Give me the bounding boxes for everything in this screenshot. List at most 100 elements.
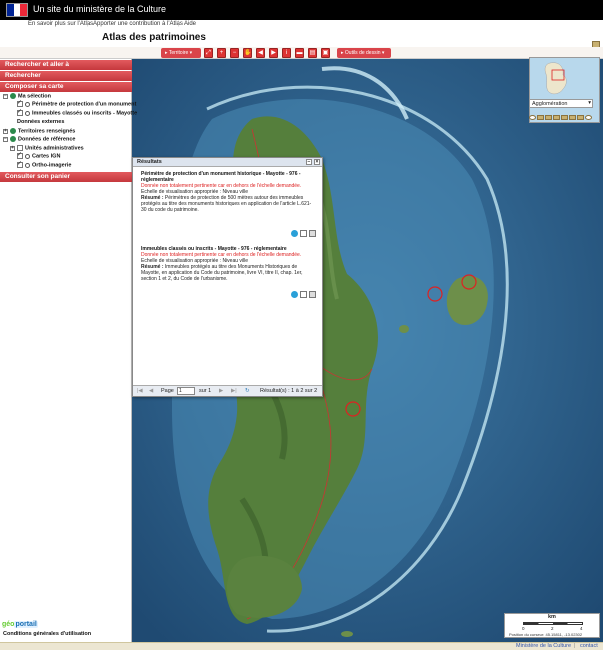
page-label: Page: [161, 388, 174, 394]
save-icon[interactable]: ▣: [321, 48, 330, 58]
next-view-icon[interactable]: ▶: [269, 48, 278, 58]
outils-dessin-dropdown[interactable]: ▸ Outils de dessin ▾: [337, 48, 391, 58]
result-actions: [289, 291, 316, 298]
scale-bar-graphic: [523, 622, 583, 625]
link-separator: |: [178, 21, 180, 27]
footer-separator: |: [574, 643, 576, 649]
expand-icon[interactable]: +: [3, 128, 8, 134]
pan-hand-icon[interactable]: ✋: [243, 48, 252, 58]
magnifier-icon[interactable]: [25, 101, 30, 107]
globe-icon[interactable]: [291, 230, 298, 237]
document-icon[interactable]: [300, 291, 307, 298]
zoom-level-icon[interactable]: [569, 115, 576, 120]
refresh-icon[interactable]: ↻: [245, 388, 250, 394]
scale-tick: 0: [522, 626, 525, 631]
zoom-level-icon[interactable]: [561, 115, 568, 120]
globe-icon: [10, 136, 16, 142]
globe-icon: [10, 93, 16, 99]
accordion-rechercher[interactable]: Rechercher: [0, 71, 132, 81]
layer-checkbox[interactable]: [17, 151, 23, 159]
tree-territoires[interactable]: + Territoires renseignés: [3, 128, 75, 134]
tree-donnees-externes[interactable]: Données externes: [17, 119, 64, 125]
footer-link-ministere[interactable]: Ministère de la Culture: [516, 643, 571, 649]
results-title: Résultats: [137, 159, 162, 165]
page-total: sur 1: [199, 388, 212, 394]
scale-unit: km: [548, 614, 556, 620]
tree-cartes-ign[interactable]: Cartes IGN: [17, 151, 60, 159]
layer-checkbox[interactable]: [17, 160, 23, 168]
previous-view-icon[interactable]: ◀: [256, 48, 265, 58]
territoire-dropdown[interactable]: ▸ Territoire ▾: [161, 48, 201, 58]
outils-dessin-label: Outils de dessin: [344, 50, 381, 56]
prev-page-icon[interactable]: ◀: [149, 388, 153, 394]
tree-layer-immeubles[interactable]: Immeubles classés ou inscrits - Mayotte: [17, 108, 137, 116]
accordion-consulter[interactable]: Consulter son panier: [0, 172, 132, 182]
results-header: Résultats − ×: [133, 158, 322, 167]
measure-icon[interactable]: ▬: [295, 48, 304, 58]
print-icon[interactable]: [309, 291, 316, 298]
zoom-levels: [529, 115, 593, 122]
result-title[interactable]: Périmètre de protection d'un monument hi…: [141, 171, 316, 183]
left-panel: Rechercher et aller à Rechercher Compose…: [0, 59, 137, 642]
layer-checkbox[interactable]: [17, 99, 23, 107]
link-contribution[interactable]: Apporter une contribution à l'Atlas: [93, 21, 183, 27]
overview-map[interactable]: [529, 57, 600, 123]
geoportail-logo[interactable]: géoportail: [2, 621, 48, 631]
globe-icon[interactable]: [291, 291, 298, 298]
info-icon[interactable]: i: [282, 48, 291, 58]
link-aide[interactable]: Aide: [184, 21, 196, 27]
tree-donnees-reference[interactable]: − Données de référence: [3, 136, 75, 142]
print-icon[interactable]: ▤: [308, 48, 317, 58]
zoom-in-icon[interactable]: +: [217, 48, 226, 58]
close-icon[interactable]: ×: [314, 159, 320, 165]
first-page-icon[interactable]: |◀: [137, 388, 143, 394]
site-title: Un site du ministère de la Culture: [33, 4, 167, 14]
accordion-composer[interactable]: Composer sa carte: [0, 82, 132, 92]
next-page-icon[interactable]: ▶: [219, 388, 223, 394]
collapse-icon[interactable]: −: [3, 93, 8, 99]
zoom-out-icon[interactable]: −: [230, 48, 239, 58]
zoom-level-icon[interactable]: [529, 115, 536, 120]
zoom-level-icon[interactable]: [537, 115, 544, 120]
link-en-savoir-plus[interactable]: En savoir plus sur l'Atlas: [28, 21, 93, 27]
results-count: Résultat(s) : 1 à 2 sur 2: [260, 388, 318, 394]
accordion-rechercher-aller[interactable]: Rechercher et aller à: [0, 60, 132, 70]
result-resume: Résumé : Périmètres de protection de 500…: [141, 195, 312, 213]
zoom-level-icon[interactable]: [553, 115, 560, 120]
tree-ma-selection[interactable]: − Ma sélection: [3, 93, 51, 99]
zoom-extent-icon[interactable]: ⤢: [204, 48, 213, 58]
page-input[interactable]: 1: [177, 387, 195, 395]
expand-icon[interactable]: +: [10, 145, 15, 151]
map-toolbar: ▸ Territoire ▾ ⤢ + − ✋ ◀ ▶ i ▬ ▤ ▣ ▸ Out…: [0, 47, 603, 59]
magnifier-icon[interactable]: [25, 153, 30, 159]
result-resume: Résumé : Immeubles protégés au titre des…: [141, 264, 303, 282]
print-icon[interactable]: [309, 230, 316, 237]
minimize-icon[interactable]: −: [306, 159, 312, 165]
cgu-link[interactable]: Conditions générales d'utilisation: [3, 631, 91, 637]
cursor-position: Position du curseur: 45.15811, -13.02302: [509, 632, 583, 637]
document-icon[interactable]: [300, 230, 307, 237]
result-item[interactable]: Périmètre de protection d'un monument hi…: [141, 171, 316, 213]
scale-select[interactable]: Agglomération: [529, 99, 593, 108]
footer: Ministère de la Culture | contact: [0, 642, 603, 650]
result-item[interactable]: Immeubles classés ou inscrits - Mayotte …: [141, 246, 316, 282]
tree-ortho[interactable]: Ortho-imagerie: [17, 160, 71, 168]
top-links-bar: En savoir plus sur l'Atlas | Apporter un…: [0, 20, 603, 30]
scale-tick: 4: [580, 626, 583, 631]
zoom-level-icon[interactable]: [545, 115, 552, 120]
footer-link-contact[interactable]: contact: [580, 643, 598, 649]
magnifier-icon[interactable]: [25, 162, 30, 168]
globe-icon: [10, 128, 16, 134]
layer-checkbox[interactable]: [17, 108, 23, 116]
magnifier-icon[interactable]: [25, 110, 30, 116]
tree-layer-perimetre[interactable]: Périmètre de protection d'un monument: [17, 99, 136, 107]
results-window: Résultats − × Périmètre de protection d'…: [132, 157, 323, 397]
zoom-level-icon[interactable]: [577, 115, 584, 120]
collapse-icon[interactable]: −: [3, 136, 8, 142]
last-page-icon[interactable]: ▶|: [231, 388, 237, 394]
territoire-label: Territoire: [168, 50, 189, 56]
scale-tick: 2: [551, 626, 554, 631]
link-separator: |: [87, 21, 89, 27]
scale-bar: km 0 2 4 Position du curseur: 45.15811, …: [504, 613, 600, 638]
zoom-level-icon[interactable]: [585, 115, 592, 120]
